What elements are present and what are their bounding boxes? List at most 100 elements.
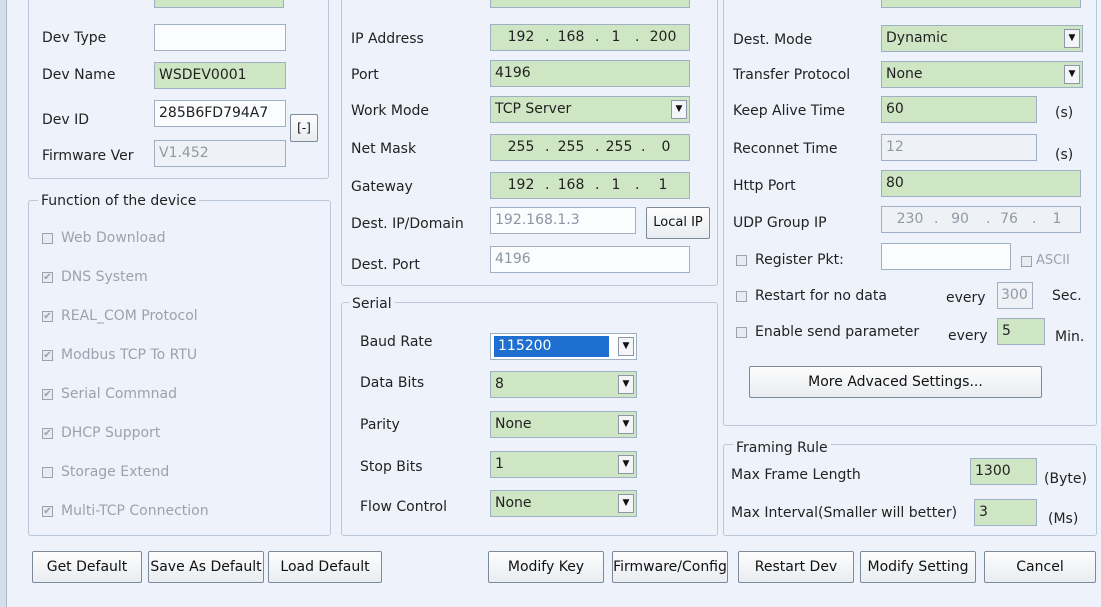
function-dns-system: ✔ DNS System: [42, 268, 148, 286]
ip-octet: 230: [896, 211, 924, 227]
ip-octet: 1: [611, 177, 621, 193]
checkbox-icon[interactable]: [736, 326, 747, 338]
checkbox-icon[interactable]: [736, 254, 747, 266]
stop-bits-select[interactable]: 1 ▼: [490, 451, 637, 478]
function-web-download: Web Download: [42, 229, 166, 247]
dev-name-label: Dev Name: [42, 67, 116, 83]
ip-octet: 0: [661, 139, 671, 155]
ip-dot: .: [545, 177, 550, 193]
ip-octet: 192: [507, 177, 535, 193]
checkbox-icon[interactable]: [1021, 255, 1032, 267]
more-advanced-settings-button[interactable]: More Advaced Settings...: [749, 366, 1042, 398]
ip-octet: 1: [1052, 211, 1062, 227]
parity-select[interactable]: None ▼: [490, 411, 637, 438]
modify-key-button[interactable]: Modify Key: [488, 551, 604, 583]
data-bits-value: 8: [495, 376, 504, 392]
dev-id-toggle-button[interactable]: [-]: [290, 114, 318, 142]
function-serial-command: ✔ Serial Commnad: [42, 385, 177, 403]
max-interval-field[interactable]: 3: [974, 499, 1037, 526]
restart-seconds-field: 300: [997, 282, 1033, 309]
data-bits-select[interactable]: 8 ▼: [490, 371, 637, 398]
dropdown-arrow-icon[interactable]: ▼: [1064, 29, 1080, 48]
get-default-button[interactable]: Get Default: [32, 551, 142, 583]
dev-type-field[interactable]: [154, 24, 286, 51]
dest-mode-select[interactable]: Dynamic ▼: [881, 25, 1083, 52]
modify-setting-button[interactable]: Modify Setting: [860, 551, 976, 583]
ip-dot: .: [934, 211, 939, 227]
gateway-label: Gateway: [351, 179, 413, 195]
keep-alive-label: Keep Alive Time: [733, 103, 846, 119]
flow-control-value: None: [495, 495, 532, 511]
function-label: Web Download: [61, 230, 166, 246]
dropdown-arrow-icon[interactable]: ▼: [671, 100, 687, 119]
load-default-button[interactable]: Load Default: [268, 551, 382, 583]
ip-dot: .: [635, 29, 640, 45]
max-frame-length-field[interactable]: 1300: [970, 458, 1037, 485]
register-pkt-field[interactable]: [881, 243, 1011, 270]
ip-octet: 255: [557, 139, 585, 155]
dropdown-arrow-icon[interactable]: ▼: [618, 375, 634, 394]
work-mode-select[interactable]: TCP Server ▼: [490, 96, 690, 123]
register-pkt-checkbox[interactable]: Register Pkt:: [736, 251, 844, 269]
enable-send-param-checkbox[interactable]: Enable send parameter: [736, 323, 919, 341]
top-right-partial-field: [881, 0, 1081, 8]
dest-port-label: Dest. Port: [351, 257, 420, 273]
ip-octet: 255: [605, 139, 633, 155]
ip-octet: 200: [649, 29, 677, 45]
reconnect-field: 12: [881, 134, 1037, 161]
gateway-field[interactable]: 192 . 168 . 1 . 1: [490, 172, 690, 199]
ip-dot: .: [1032, 211, 1037, 227]
function-label: DHCP Support: [61, 425, 161, 441]
dropdown-arrow-icon[interactable]: ▼: [618, 455, 634, 474]
top-mid-partial-field: [490, 0, 690, 8]
ip-octet: 76: [1000, 211, 1018, 227]
firmware-field: V1.452: [154, 140, 286, 167]
port-label: Port: [351, 67, 379, 83]
net-mask-field[interactable]: 255 . 255 . 255 . 0: [490, 134, 690, 161]
ascii-checkbox[interactable]: ASCII: [1021, 252, 1070, 270]
dev-id-label: Dev ID: [42, 112, 90, 128]
http-port-field[interactable]: 80: [881, 170, 1081, 197]
dropdown-arrow-icon[interactable]: ▼: [618, 415, 634, 434]
port-field[interactable]: 4196: [490, 60, 690, 87]
dropdown-arrow-icon[interactable]: ▼: [618, 337, 634, 356]
baud-rate-select[interactable]: 115200 ▼: [490, 333, 637, 360]
keep-alive-unit: (s): [1055, 105, 1074, 121]
checkmark-icon: ✔: [42, 388, 53, 400]
stop-bits-label: Stop Bits: [360, 459, 423, 475]
enable-minutes-field[interactable]: 5: [997, 318, 1045, 345]
ip-dot: .: [635, 177, 640, 193]
keep-alive-field[interactable]: 60: [881, 96, 1037, 123]
checkbox-icon: [42, 466, 53, 478]
ip-address-field[interactable]: 192 . 168 . 1 . 200: [490, 24, 690, 51]
function-dhcp: ✔ DHCP Support: [42, 424, 160, 442]
ip-octet: 168: [557, 177, 585, 193]
dest-port-field[interactable]: 4196: [490, 246, 690, 273]
function-real-com: ✔ REAL_COM Protocol: [42, 307, 198, 325]
function-label: REAL_COM Protocol: [61, 308, 198, 324]
function-group-title: Function of the device: [38, 193, 200, 209]
checkmark-icon: ✔: [42, 427, 53, 439]
restart-dev-button[interactable]: Restart Dev: [738, 551, 854, 583]
local-ip-button[interactable]: Local IP: [646, 207, 710, 239]
ip-dot: .: [545, 29, 550, 45]
dev-name-field[interactable]: WSDEV0001: [154, 62, 286, 89]
dest-ip-field[interactable]: 192.168.1.3: [490, 207, 636, 234]
ip-dot: .: [595, 177, 600, 193]
enable-send-param-label: Enable send parameter: [755, 324, 920, 340]
enable-minutes-unit: Min.: [1055, 329, 1085, 345]
save-as-default-button[interactable]: Save As Default: [148, 551, 264, 583]
flow-control-select[interactable]: None ▼: [490, 490, 637, 517]
checkmark-icon: ✔: [42, 349, 53, 361]
dropdown-arrow-icon[interactable]: ▼: [1064, 65, 1080, 84]
restart-no-data-label: Restart for no data: [755, 288, 887, 304]
function-label: Serial Commnad: [61, 386, 178, 402]
restart-no-data-checkbox[interactable]: Restart for no data: [736, 287, 887, 305]
max-interval-unit: (Ms): [1048, 511, 1079, 527]
udp-group-ip-field: 230 . 90 . 76 . 1: [881, 206, 1081, 233]
firmware-config-button[interactable]: Firmware/Config: [612, 551, 728, 583]
cancel-button[interactable]: Cancel: [984, 551, 1096, 583]
checkbox-icon[interactable]: [736, 290, 747, 302]
transfer-protocol-select[interactable]: None ▼: [881, 61, 1083, 88]
dropdown-arrow-icon[interactable]: ▼: [618, 494, 634, 513]
